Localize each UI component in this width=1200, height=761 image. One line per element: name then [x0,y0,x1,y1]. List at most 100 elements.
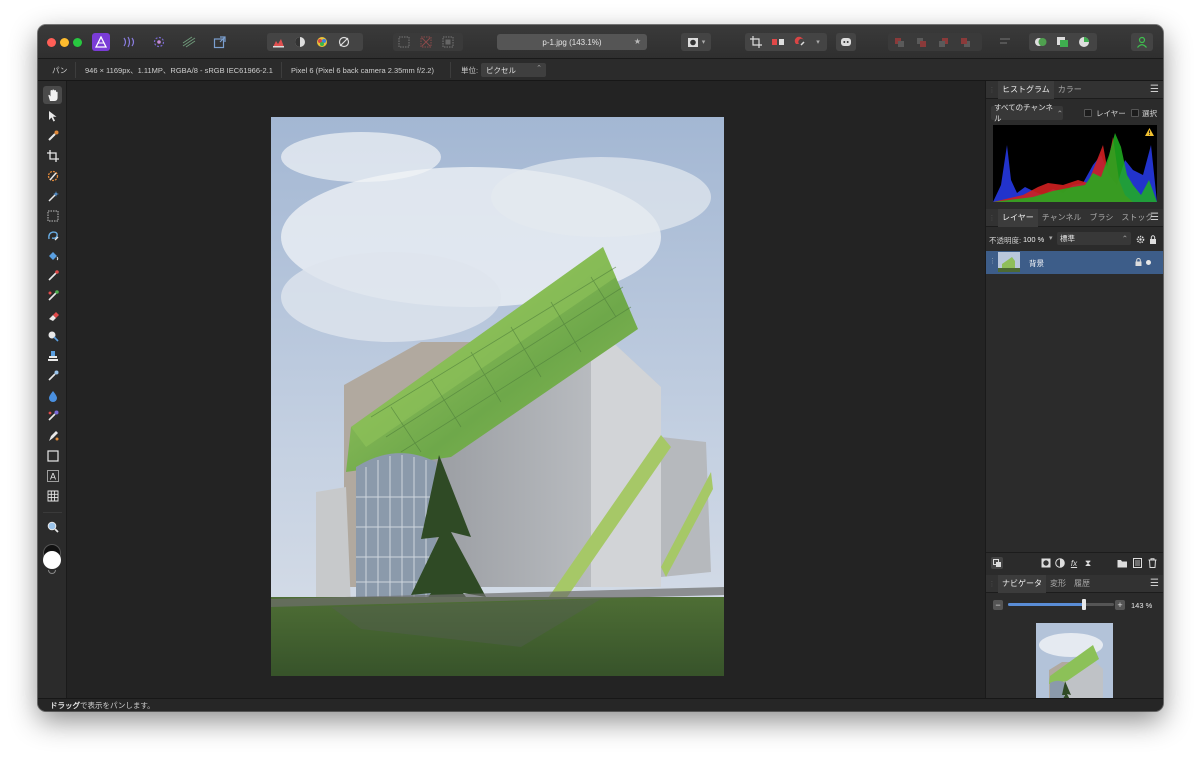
tab-histogram[interactable]: ヒストグラム [998,80,1054,99]
select-all-icon[interactable] [393,33,415,51]
subtract-shape-icon[interactable] [1051,33,1073,51]
zoom-in-button[interactable]: + [1115,600,1125,610]
lock-icon[interactable] [1148,234,1158,244]
fx-icon[interactable]: fx [1069,558,1079,568]
color-replacement-tool-icon[interactable] [43,287,62,305]
chevron-down-icon[interactable]: ▾ [811,33,825,51]
mask-layer-icon[interactable] [1041,558,1051,568]
flood-select-tool-icon[interactable] [43,187,62,205]
color-picker-tool-icon[interactable] [43,127,62,145]
snapping-magnet-icon[interactable] [789,33,811,51]
crop-icon[interactable] [745,33,767,51]
inpainting-tool-icon[interactable] [43,407,62,425]
panel-grip-icon[interactable]: ⋮ [986,86,998,94]
quick-mask-button[interactable]: ▾ [681,33,711,51]
intersect-shape-icon[interactable] [1073,33,1095,51]
warning-triangle-icon[interactable] [1145,128,1154,138]
align-icon[interactable] [996,33,1014,51]
panel-menu-icon[interactable]: ☰ [1150,84,1159,95]
blur-tool-icon[interactable] [43,387,62,405]
zoom-slider-handle[interactable] [1082,599,1087,610]
photo-persona-icon[interactable] [92,33,110,51]
blend-mode-select[interactable]: 標準 ⌃ [1057,232,1131,245]
move-to-back-icon[interactable] [888,33,910,51]
tab-channels[interactable]: チャンネル [1038,209,1086,227]
tab-navigator[interactable]: ナビゲータ [998,574,1046,593]
fill-tool-icon[interactable] [43,247,62,265]
primary-color-swatch[interactable] [43,551,61,569]
pen-tool-icon[interactable] [43,427,62,445]
liquify-persona-icon[interactable] [120,33,138,51]
assistant-icon[interactable] [836,33,856,51]
swap-colors-icon[interactable] [48,570,56,574]
minimize-window-button[interactable] [60,38,69,47]
add-shape-icon[interactable] [1029,33,1051,51]
move-tool-icon[interactable] [43,107,62,125]
opacity-value[interactable]: 100 % [1023,235,1044,244]
live-filter-icon[interactable]: ⧗ [1083,558,1093,568]
selection-brush-tool-icon[interactable] [43,167,62,185]
trash-icon[interactable] [1147,558,1157,568]
chevron-down-icon[interactable]: ▾ [1049,234,1053,242]
move-forward-icon[interactable] [932,33,954,51]
account-button[interactable] [1131,33,1153,51]
selection-checkbox[interactable] [1131,109,1139,117]
tab-history[interactable]: 履歴 [1070,575,1094,593]
clone-tool-icon[interactable] [43,347,62,365]
layer-checkbox[interactable] [1084,109,1092,117]
canvas-area[interactable] [67,81,985,698]
layer-visibility-icon[interactable] [1146,260,1151,265]
tab-transform[interactable]: 変形 [1046,575,1070,593]
layer-name[interactable]: 背景 [1029,258,1044,269]
zoom-window-button[interactable] [73,38,82,47]
tab-color[interactable]: カラー [1054,81,1086,99]
mirror-icon[interactable] [767,33,789,51]
document-title-tab[interactable]: p-1.jpg (143.1%) ★ [497,34,647,50]
zoom-value[interactable]: 143 % [1131,601,1152,610]
tab-layers[interactable]: レイヤー [998,208,1038,227]
rectangle-tool-icon[interactable] [43,447,62,465]
zoom-slider[interactable] [1008,599,1114,610]
document-image[interactable] [271,117,724,676]
crop-tool-icon[interactable] [43,147,62,165]
panel-grip-icon[interactable]: ⋮ [986,580,998,588]
zoom-out-button[interactable]: − [993,600,1003,610]
freehand-selection-tool-icon[interactable] [43,227,62,245]
panel-menu-icon[interactable]: ☰ [1150,212,1159,223]
dodge-tool-icon[interactable] [43,327,62,345]
move-back-icon[interactable] [910,33,932,51]
add-pixel-layer-icon[interactable] [1132,558,1142,568]
close-window-button[interactable] [47,38,56,47]
levels-icon[interactable] [267,33,289,51]
view-tool-hand-icon[interactable] [43,86,62,104]
move-to-front-icon[interactable] [954,33,976,51]
export-persona-icon[interactable] [210,33,228,51]
invert-selection-icon[interactable] [437,33,459,51]
close-document-icon[interactable]: ★ [634,37,641,46]
gear-icon[interactable] [1135,234,1145,244]
mesh-warp-tool-icon[interactable] [43,487,62,505]
white-balance-icon[interactable] [289,33,311,51]
group-layers-icon[interactable] [1117,558,1127,568]
tone-mapping-persona-icon[interactable] [180,33,198,51]
channel-select[interactable]: すべてのチャンネル ⌃ [991,103,1063,123]
text-tool-icon[interactable]: A [43,467,62,485]
layer-lock-icon[interactable] [1133,257,1143,267]
erase-brush-tool-icon[interactable] [43,307,62,325]
auto-adjust-icon[interactable] [333,33,355,51]
adjustment-layer-icon[interactable] [1055,558,1065,568]
layer-options-icon[interactable] [991,557,1003,569]
panel-menu-icon[interactable]: ☰ [1150,578,1159,589]
marquee-tool-icon[interactable] [43,207,62,225]
unit-select[interactable]: ピクセル ⌃ [481,63,546,77]
color-wheel-icon[interactable] [311,33,333,51]
paint-brush-tool-icon[interactable] [43,267,62,285]
layer-row[interactable]: ⋮ 背景 [986,251,1163,274]
zoom-tool-icon[interactable] [43,518,62,536]
expand-icon[interactable]: ⋮ [989,257,996,265]
develop-persona-icon[interactable] [150,33,168,51]
tab-brushes[interactable]: ブラシ [1086,209,1118,227]
smudge-tool-icon[interactable] [43,367,62,385]
panel-grip-icon[interactable]: ⋮ [986,214,998,222]
deselect-icon[interactable] [415,33,437,51]
